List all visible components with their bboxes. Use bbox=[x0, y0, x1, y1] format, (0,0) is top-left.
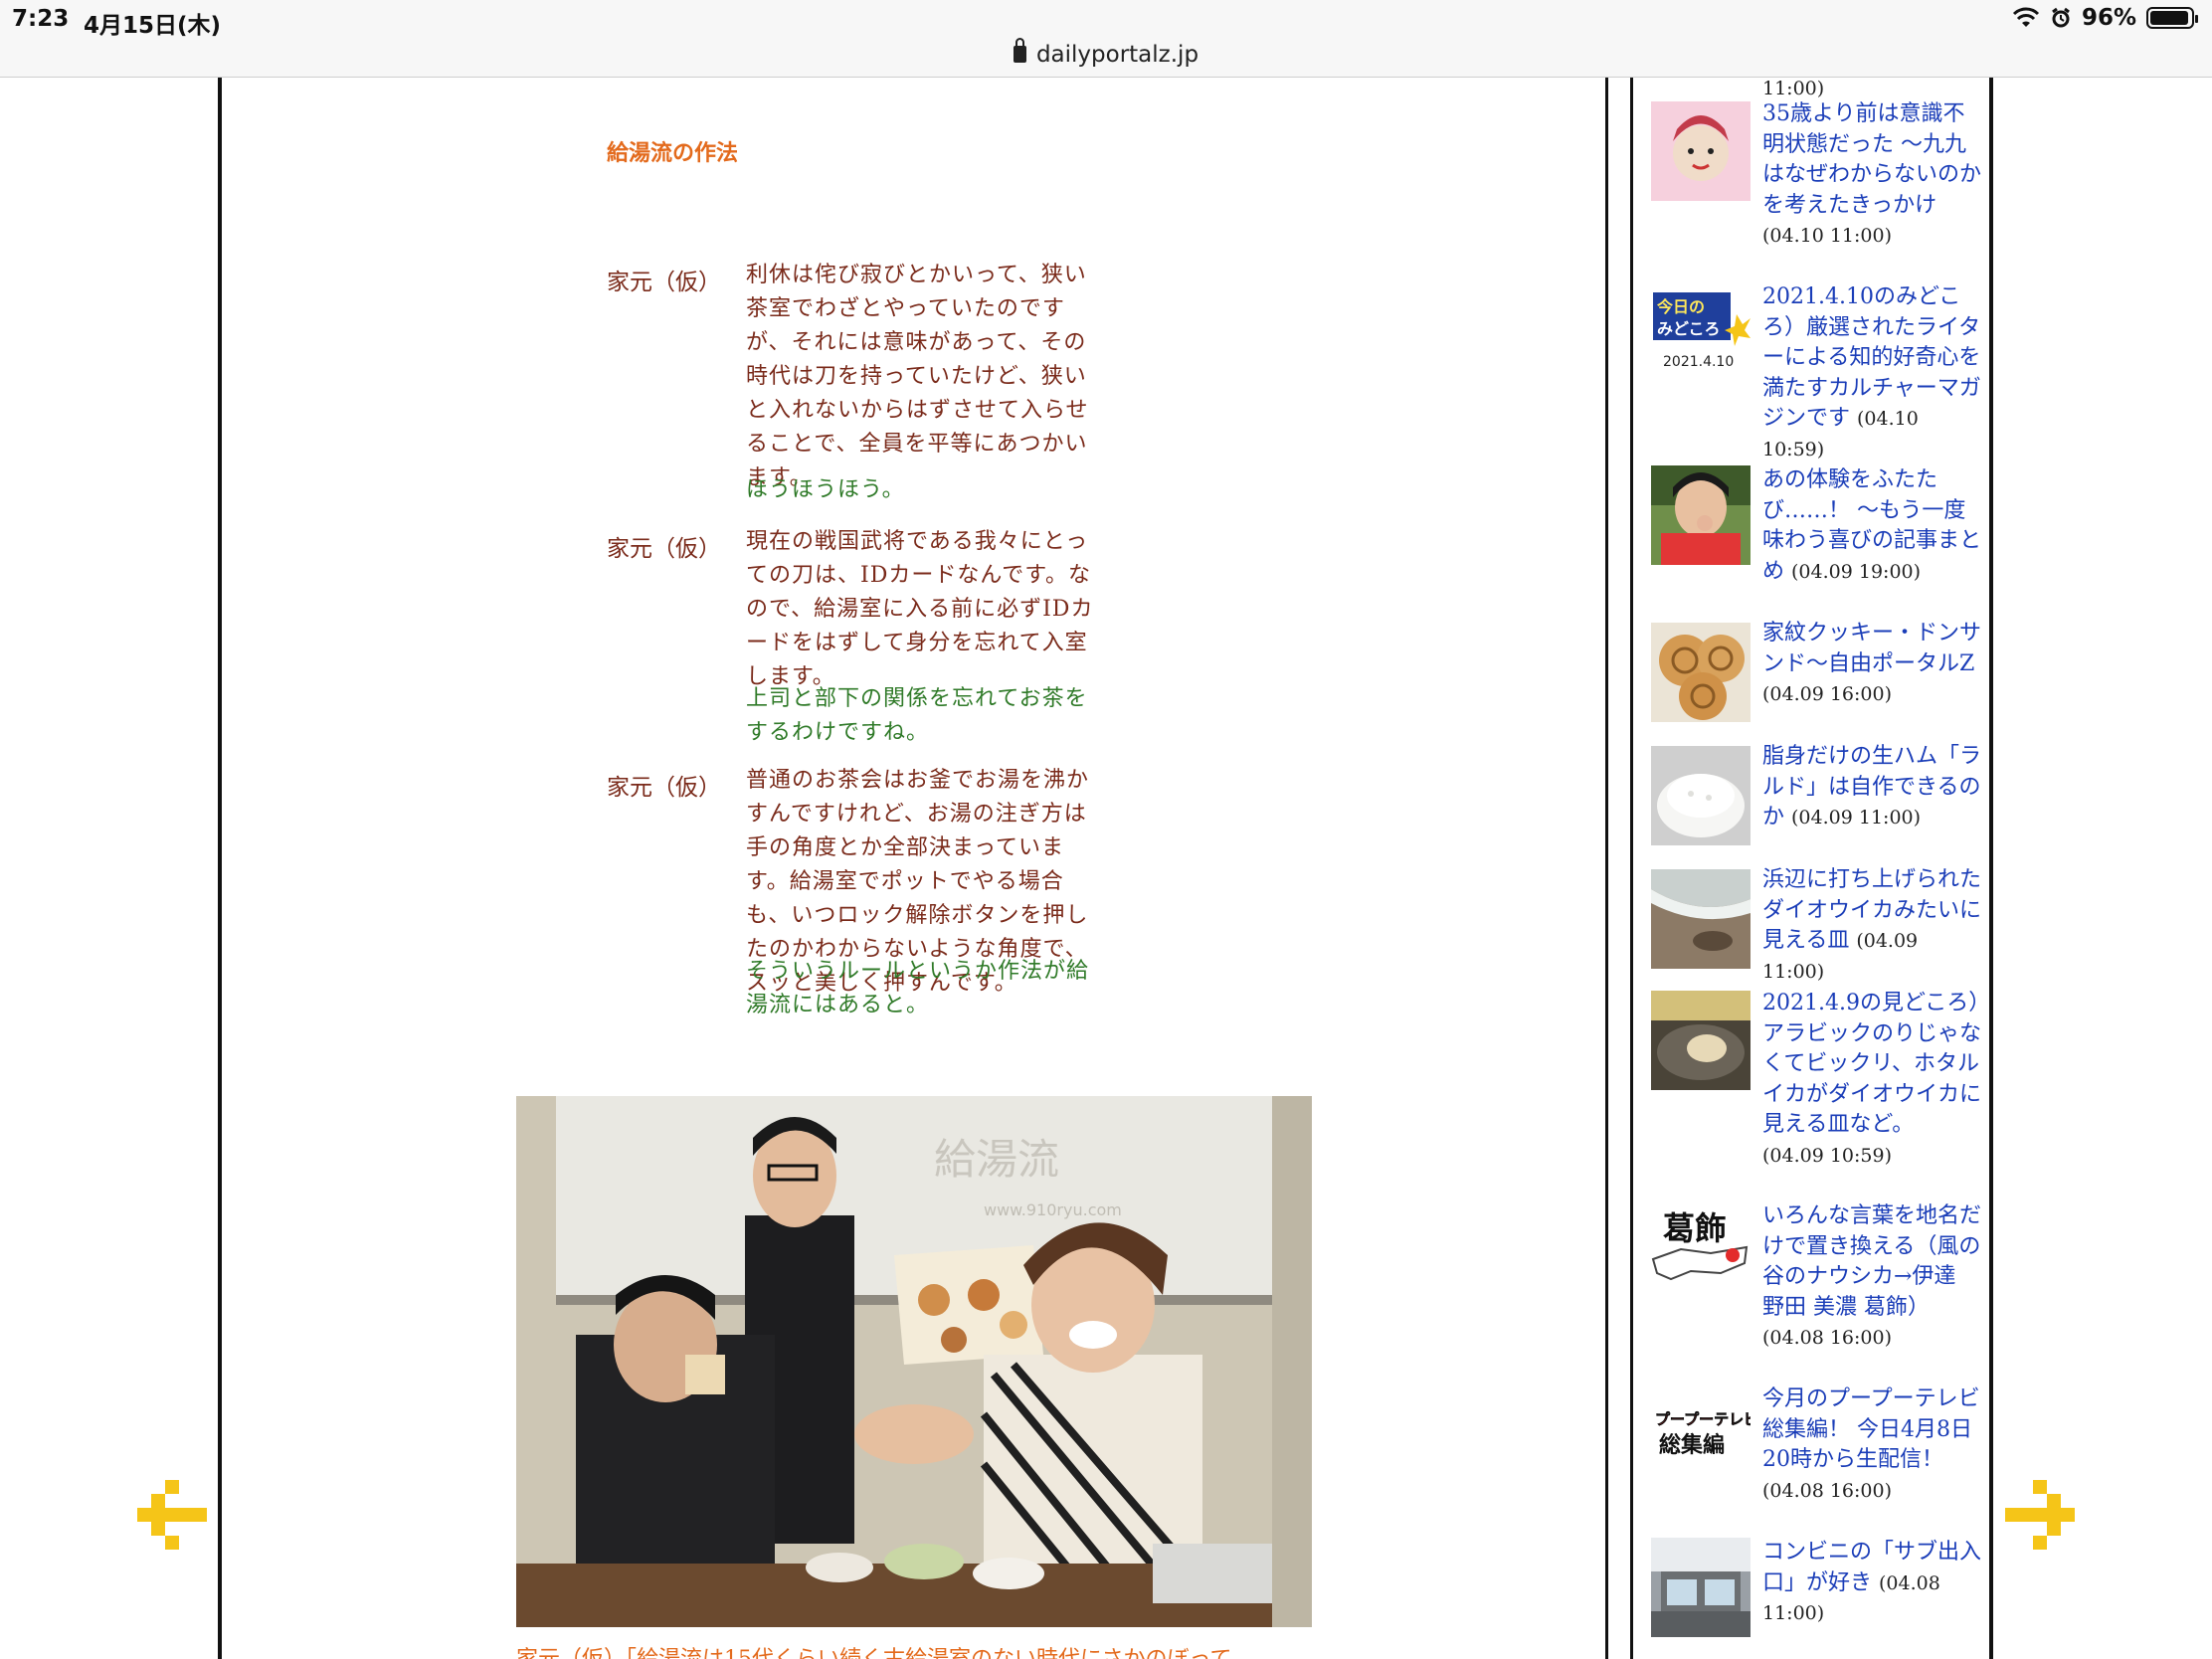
sidebar-item-text[interactable]: あの体験をふたたび……！ 〜もう一度味わう喜びの記事まとめ (04.09 19:… bbox=[1762, 465, 1981, 587]
reply-text: 上司と部下の関係を忘れてお茶をするわけですね。 bbox=[746, 686, 1088, 745]
sidebar-item-date: (04.09 10:59) bbox=[1762, 1144, 1893, 1167]
wifi-icon bbox=[2012, 7, 2039, 27]
sidebar-thumb[interactable]: 今日の みどころ 2021.4.10 bbox=[1651, 288, 1751, 388]
speaker-label: 家元（仮） bbox=[607, 536, 721, 562]
section-title: 給湯流の作法 bbox=[607, 140, 739, 166]
sidebar-item-text[interactable]: 今月のプープーテレビ総集編！ 今日4月8日20時から生配信！ (04.08 16… bbox=[1762, 1384, 1981, 1506]
thumb-label-top: 今日の bbox=[1656, 297, 1705, 316]
sidebar-item-date: (04.09 16:00) bbox=[1762, 683, 1893, 705]
sidebar-item-text[interactable]: 35歳より前は意識不明状態だった 〜九九はなぜわからないのかを考えたきっかけ (… bbox=[1762, 99, 1981, 252]
sidebar-item-text[interactable]: 脂身だけの生ハム「ラルド」は自作できるのか (04.09 11:00) bbox=[1762, 742, 1981, 833]
status-time: 7:23 bbox=[12, 6, 70, 32]
sidebar-thumb[interactable] bbox=[1651, 869, 1751, 969]
article-left-border bbox=[218, 78, 222, 1659]
thumb-label-bottom: 総集編 bbox=[1659, 1432, 1725, 1458]
status-date: 4月15日(木) bbox=[84, 13, 222, 39]
whiteboard-text: 給湯流 bbox=[934, 1135, 1059, 1184]
sidebar-thumb[interactable] bbox=[1651, 746, 1751, 845]
reply-text: ほうほうほう。 bbox=[746, 477, 905, 502]
sidebar-item-date: (04.09 11:00) bbox=[1791, 807, 1922, 829]
sidebar-item-text[interactable]: 2021.4.9の見どころ）アラビックのりじゃなくてビックリ、ホタルイカがダイオ… bbox=[1762, 989, 1981, 1171]
sidebar-recent-articles: 11:00) 35歳より前は意識不明状態だった 〜九九はなぜわからないのかを考え… bbox=[1631, 78, 1989, 1659]
thumb-label-top: プープーテレビ bbox=[1655, 1410, 1751, 1428]
sidebar-item-title[interactable]: 家紋クッキー・ドンサンド〜自由ポータルZ bbox=[1762, 621, 1981, 676]
article: 給湯流の作法 家元（仮） 利休は侘び寂びとかいって、狭い茶室でわざとやっていたの… bbox=[223, 78, 1605, 1659]
sidebar-item-title[interactable]: コンビニの「サブ出入口」が好き bbox=[1762, 1540, 1981, 1595]
sidebar-thumb[interactable] bbox=[1651, 465, 1751, 565]
sidebar-item-text[interactable]: 家紋クッキー・ドンサンド〜自由ポータルZ (04.09 16:00) bbox=[1762, 619, 1981, 710]
battery-percent: 96% bbox=[2081, 5, 2136, 31]
alarm-icon bbox=[2052, 7, 2070, 28]
speaker-label: 家元（仮） bbox=[607, 775, 721, 801]
reply-text: そういうルールというか作法が給湯流にはあると。 bbox=[746, 959, 1090, 1017]
previous-page-arrow-icon[interactable] bbox=[129, 1480, 213, 1564]
thumb-label-bottom: みどころ bbox=[1657, 319, 1721, 338]
sidebar-item-date: (04.09 19:00) bbox=[1791, 560, 1922, 583]
whiteboard-url: www.910ryu.com bbox=[984, 1200, 1122, 1219]
battery-icon bbox=[2146, 7, 2198, 29]
sidebar-thumb[interactable] bbox=[1651, 623, 1751, 722]
sidebar-thumb[interactable]: プープーテレビ 総集編 bbox=[1651, 1390, 1751, 1490]
thumb-label: 葛飾 bbox=[1663, 1209, 1727, 1247]
photo-caption: 家元（仮）「給湯流は15代くらい続く古給湯室のない時代にさかのぼって bbox=[516, 1641, 1312, 1659]
sidebar-item-date: (04.08 16:00) bbox=[1762, 1327, 1893, 1349]
sidebar-item-text[interactable]: コンビニの「サブ出入口」が好き (04.08 11:00) bbox=[1762, 1538, 1981, 1629]
lock-icon bbox=[1013, 38, 1026, 63]
url-bar[interactable]: dailyportalz.jp bbox=[0, 38, 2212, 78]
speech-text: 現在の戦国武将である我々にとっての刀は、IDカードなんです。なので、給湯室に入る… bbox=[746, 529, 1094, 689]
status-bar: 7:23 4月15日(木) 96% bbox=[0, 0, 2212, 40]
sidebar-item-date: (04.08 16:00) bbox=[1762, 1479, 1893, 1502]
status-right: 96% bbox=[2012, 5, 2198, 31]
sidebar-item-title[interactable]: 35歳より前は意識不明状態だった 〜九九はなぜわからないのかを考えたきっかけ bbox=[1762, 101, 1981, 218]
thumb-date: 2021.4.10 bbox=[1663, 354, 1734, 370]
sidebar-thumb[interactable] bbox=[1651, 1538, 1751, 1637]
url-wrap[interactable]: dailyportalz.jp bbox=[0, 38, 2212, 68]
sidebar-item-title[interactable]: 今月のプープーテレビ総集編！ 今日4月8日20時から生配信！ bbox=[1762, 1386, 1980, 1472]
sidebar-item-title[interactable]: 2021.4.9の見どころ）アラビックのりじゃなくてビックリ、ホタルイカがダイオ… bbox=[1762, 991, 1981, 1137]
sidebar-item-text[interactable]: いろんな言葉を地名だけで置き換える（風の谷のナウシカ→伊達 野田 美濃 葛飾） … bbox=[1762, 1201, 1981, 1354]
speaker-label: 家元（仮） bbox=[607, 270, 721, 295]
next-page-arrow-icon[interactable] bbox=[1999, 1480, 2083, 1564]
sidebar-item-text[interactable]: 2021.4.10のみどころ）厳選されたライターによる知的好奇心を満たすカルチャ… bbox=[1762, 282, 1981, 464]
sidebar-item-text[interactable]: 浜辺に打ち上げられたダイオウイカみたいに見える皿 (04.09 11:00) bbox=[1762, 865, 1981, 987]
sidebar-item-date: (04.10 11:00) bbox=[1762, 225, 1893, 247]
sidebar-item-title[interactable]: いろんな言葉を地名だけで置き換える（風の谷のナウシカ→伊達 野田 美濃 葛飾） bbox=[1762, 1203, 1981, 1320]
article-photo[interactable]: 給湯流 www.910ryu.com bbox=[516, 1096, 1312, 1627]
battery-fill bbox=[2150, 11, 2189, 25]
article-right-border bbox=[1605, 78, 1608, 1659]
sidebar-thumb[interactable] bbox=[1651, 991, 1751, 1090]
url-text[interactable]: dailyportalz.jp bbox=[1036, 42, 1198, 68]
sidebar-thumb[interactable]: 葛飾 bbox=[1651, 1203, 1751, 1303]
sidebar-thumb[interactable] bbox=[1651, 101, 1751, 201]
sidebar-top-date: 11:00) bbox=[1762, 78, 1825, 99]
sidebar-right-border bbox=[1989, 78, 1993, 1659]
speech-text: 利休は侘び寂びとかいって、狭い茶室でわざとやっていたのですが、それには意味があっ… bbox=[746, 263, 1089, 490]
